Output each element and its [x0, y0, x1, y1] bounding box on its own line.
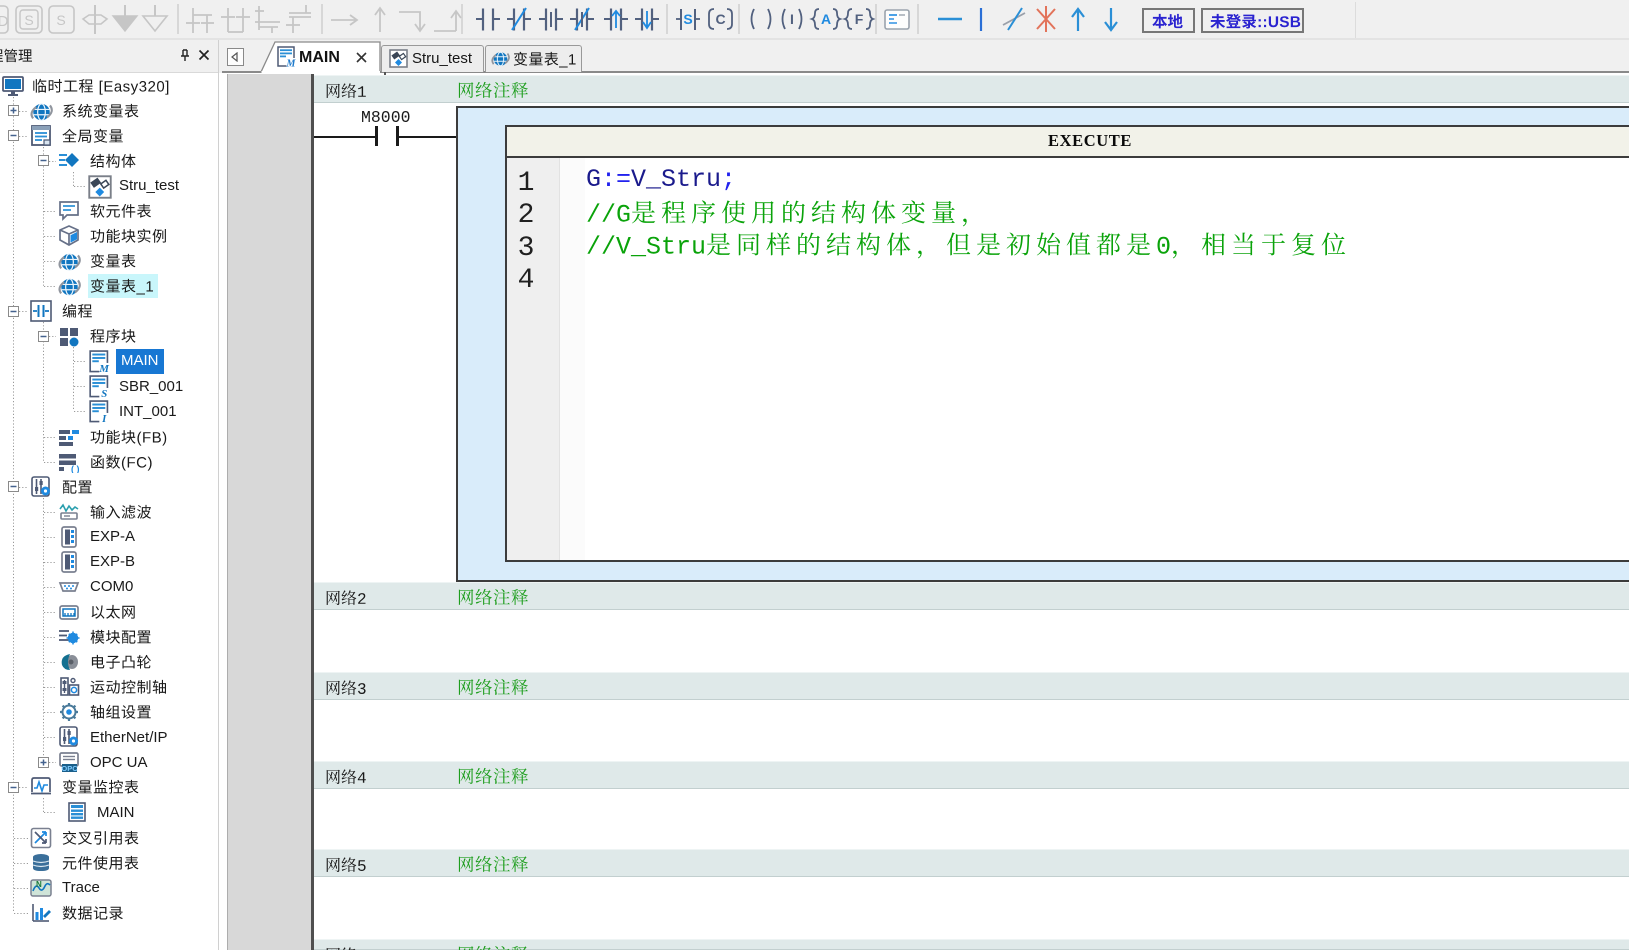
svg-text:I: I	[101, 414, 107, 424]
svg-text:OPC: OPC	[61, 764, 78, 773]
svg-text:( ): ( )	[71, 464, 80, 473]
svg-text:I: I	[790, 11, 794, 27]
svg-text:M: M	[98, 363, 109, 373]
svg-text:S: S	[56, 12, 65, 28]
svg-text:A: A	[821, 11, 831, 27]
svg-text:S: S	[101, 389, 107, 399]
svg-text:M: M	[286, 59, 296, 68]
svg-text:N: N	[36, 880, 42, 889]
svg-text:S: S	[683, 11, 692, 27]
svg-text:S: S	[24, 12, 33, 28]
svg-text:D: D	[0, 13, 9, 30]
svg-text:F: F	[855, 11, 864, 27]
svg-text:C: C	[715, 11, 725, 27]
